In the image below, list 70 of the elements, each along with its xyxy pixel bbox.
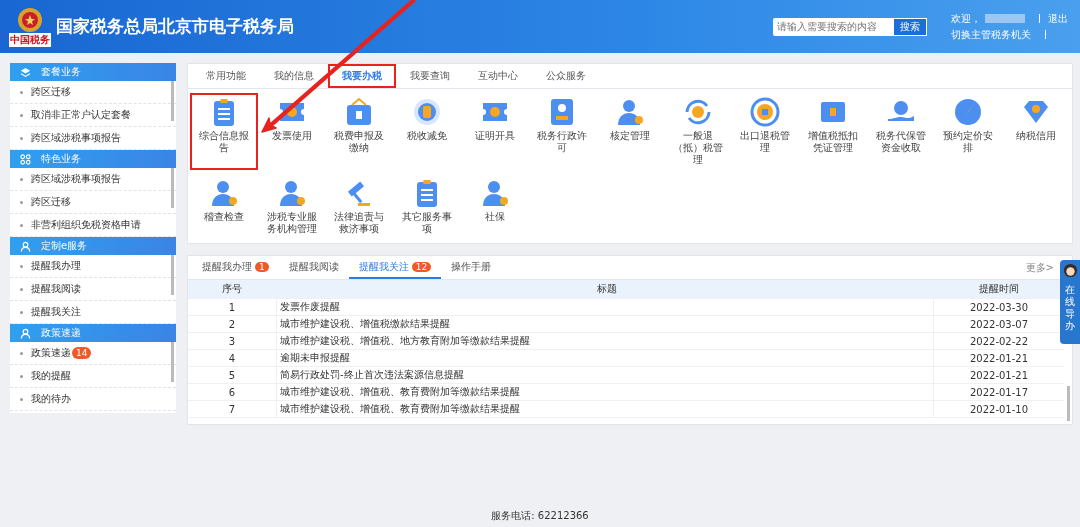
emblem-icon [15, 6, 45, 33]
table-cell: 1 [188, 299, 277, 315]
username-blur [985, 14, 1025, 23]
function-tile[interactable]: 涉税专业服务机构管理 [257, 174, 326, 239]
function-tile[interactable]: 其它服务事项 [393, 174, 461, 239]
function-tile[interactable]: 一般退（抵）税管理 [663, 93, 732, 170]
column-header: 提醒时间 [978, 282, 1020, 296]
table-cell: 6 [188, 384, 277, 400]
globe-icon [750, 97, 781, 127]
logo-caption: 中国税务 [9, 32, 51, 47]
table-cell-text: 2022-03-07 [968, 317, 1030, 332]
table-cell-text: 2022-01-21 [968, 351, 1030, 366]
sidebar-item[interactable]: 我的待办 [10, 388, 176, 411]
function-tile[interactable]: 预约定价安排 [934, 93, 1003, 170]
table-cell: 7 [188, 401, 277, 417]
table-cell: 逾期未申报提醒 [277, 350, 934, 366]
function-tile[interactable]: 税务代保管资金收取 [866, 93, 935, 170]
layers-icon [20, 66, 31, 78]
coin-icon [411, 97, 442, 127]
tab[interactable]: 常用功能 [192, 64, 260, 88]
person-icon [20, 240, 31, 252]
column-header: 标题 [277, 280, 934, 298]
search-button[interactable]: 搜索 [893, 17, 927, 36]
tab[interactable]: 互动中心 [464, 64, 532, 88]
function-tile[interactable]: 核定管理 [596, 93, 664, 170]
tab[interactable]: 我要查询 [396, 64, 464, 88]
more-link[interactable]: 更多> [1025, 260, 1054, 275]
grid-icon [20, 153, 31, 165]
welcome-text: 欢迎， [951, 11, 981, 26]
avatar-icon [1062, 263, 1078, 278]
site-title: 国家税务总局北京市电子税务局 [56, 15, 295, 38]
count-badge: 14 [72, 347, 92, 359]
table-cell-text: 2022-01-21 [968, 368, 1030, 383]
online-guide-widget[interactable]: 在线导办 [1060, 260, 1080, 344]
table-cell: 城市维护建设税、增值税缴款结果提醒 [277, 316, 934, 332]
function-tile[interactable]: 出口退税管理 [731, 93, 800, 170]
function-tile[interactable]: 社保 [460, 174, 529, 239]
table-cell: 5 [188, 367, 277, 383]
table-cell: 发票作废提醒 [277, 299, 934, 315]
table-cell: 3 [188, 333, 277, 349]
table-cell: 城市维护建设税、增值税、地方教育附加等缴款结果提醒 [277, 333, 934, 349]
function-tile[interactable]: 税务行政许可 [528, 93, 597, 170]
table-cell-text: 2022-03-30 [968, 300, 1030, 315]
table-cell: 城市维护建设税、增值税、教育费附加等缴款结果提醒 [277, 401, 934, 417]
table-cell: 简易行政处罚-终止首次违法案源信息提醒 [277, 367, 934, 383]
function-tile[interactable]: 税费申报及缴纳 [325, 93, 394, 170]
person-icon [20, 327, 31, 339]
notice-tab[interactable]: 提醒我办理 1 [192, 256, 279, 279]
notice-tab[interactable]: 提醒我阅读 [278, 256, 349, 279]
table-cell: 4 [188, 350, 277, 366]
column-header: 序号 [188, 280, 277, 298]
tab[interactable]: 公众服务 [532, 64, 600, 88]
person-icon [615, 97, 645, 127]
function-tile[interactable]: 稽查检查 [190, 174, 258, 239]
table-cell-text: 2022-01-10 [968, 402, 1030, 417]
table-cell: 城市维护建设税、增值税、教育费附加等缴款结果提醒 [277, 384, 934, 400]
function-tile[interactable]: 税收减免 [393, 93, 461, 170]
function-tile[interactable]: 增值税抵扣凭证管理 [799, 93, 867, 170]
table-cell-text: 2022-02-22 [968, 334, 1030, 349]
function-tile[interactable]: 法律追责与救济事项 [325, 174, 394, 239]
notice-tab[interactable]: 操作手册 [441, 256, 502, 279]
search-field[interactable]: 请输入需要搜索的内容 [773, 17, 893, 36]
function-tile[interactable]: 综合信息报告 [190, 93, 258, 170]
tab[interactable]: 我的信息 [260, 64, 328, 88]
service-phone: 服务电话: 62212366 [490, 509, 590, 523]
function-tile[interactable]: 纳税信用 [1002, 93, 1070, 170]
table-cell-text: 2022-01-17 [968, 385, 1030, 400]
table-cell: 2 [188, 316, 277, 332]
function-tile[interactable]: 证明开具 [460, 93, 529, 170]
widget-label: 在线导办 [1065, 284, 1075, 332]
